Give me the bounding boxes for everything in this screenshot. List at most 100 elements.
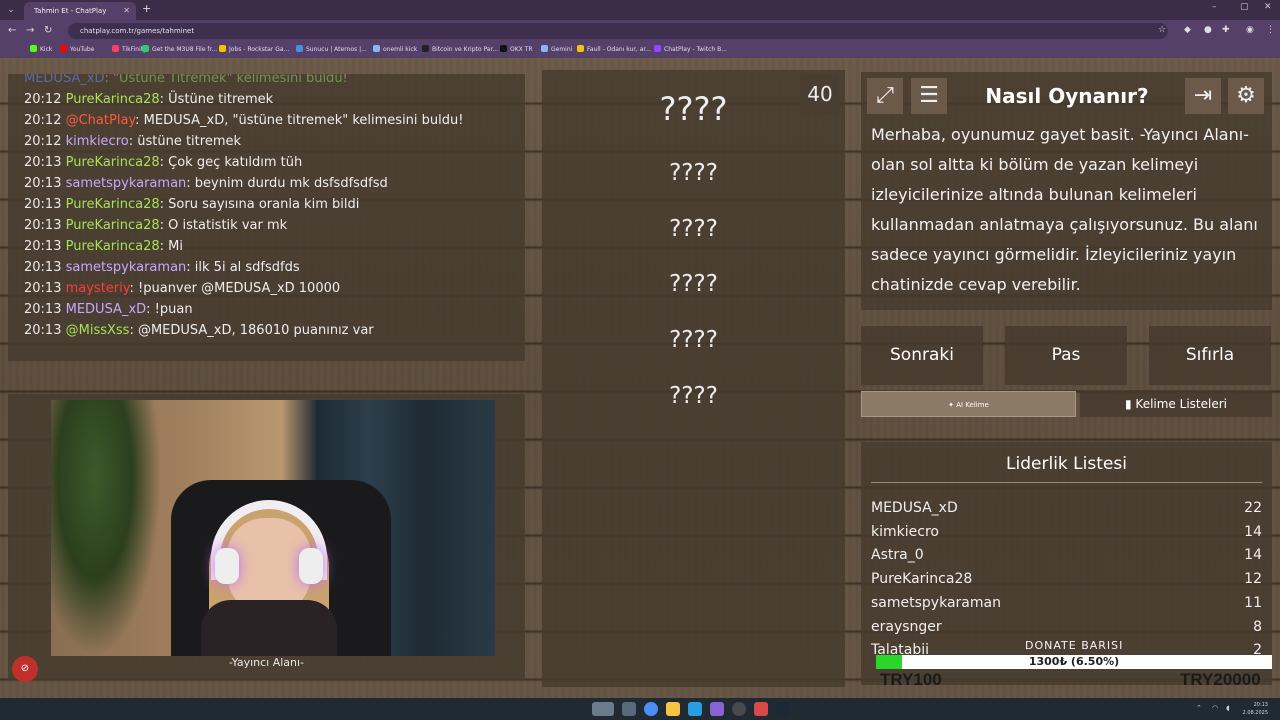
app-icon[interactable] bbox=[754, 702, 768, 716]
donate-amount: 1300₺ (6.50%) bbox=[1028, 655, 1120, 668]
leaderboard-score: 14 bbox=[1244, 523, 1262, 540]
bookmark-item[interactable]: Jobs - Rockstar Ga... bbox=[219, 45, 289, 55]
chat-username[interactable]: @ChatPlay bbox=[66, 113, 136, 128]
bookmark-favicon-icon bbox=[577, 45, 584, 52]
chat-text: : Mi bbox=[159, 239, 183, 254]
system-clock[interactable]: 20:13 2.08.2025 bbox=[1243, 701, 1268, 717]
word-lists-button[interactable]: ▮ Kelime Listeleri bbox=[1080, 391, 1272, 417]
chat-timestamp: 20:13 bbox=[24, 323, 62, 338]
tray-chevron-icon[interactable]: ⌃ bbox=[1196, 704, 1202, 712]
maximize-icon[interactable]: ▢ bbox=[1240, 2, 1249, 12]
bookmark-label: OKX TR bbox=[510, 46, 533, 53]
chat-message: 20:13 sametspykaraman: beynim durdu mk d… bbox=[24, 173, 525, 194]
discord-icon[interactable] bbox=[710, 702, 724, 716]
leaderboard-name: MEDUSA_xD bbox=[871, 500, 958, 516]
reload-icon[interactable]: ↻ bbox=[44, 25, 52, 36]
volume-icon[interactable]: ◖ bbox=[1226, 704, 1230, 712]
task-view-icon[interactable] bbox=[622, 702, 636, 716]
reset-button[interactable]: Sıfırla bbox=[1149, 326, 1271, 385]
steam-icon[interactable] bbox=[776, 702, 790, 716]
chat-message: 20:13 PureKarinca28: Soru sayısına oranl… bbox=[24, 194, 525, 215]
chrome-icon[interactable] bbox=[644, 702, 658, 716]
chat-text: : beynim durdu mk dsfsdfsdfsd bbox=[186, 176, 388, 191]
close-window-icon[interactable]: ✕ bbox=[1264, 2, 1272, 12]
url-input[interactable]: chatplay.com.tr/games/tahminet bbox=[68, 23, 1168, 39]
chat-username[interactable]: @MissXss bbox=[66, 323, 130, 338]
webcam-feed bbox=[51, 400, 495, 656]
bookmark-item[interactable]: Faull - Odanı kur, ar... bbox=[577, 45, 651, 55]
tab-title: Tahmin Et - ChatPlay bbox=[34, 7, 107, 15]
bookmark-item[interactable]: onemli kick bbox=[373, 45, 417, 55]
extension-icon-2[interactable]: ● bbox=[1204, 25, 1212, 35]
bookmark-label: Sunucu | Aternos |... bbox=[306, 46, 367, 53]
chat-username[interactable]: PureKarinca28 bbox=[66, 92, 160, 107]
exit-icon[interactable]: ⇥ bbox=[1185, 78, 1221, 114]
bookmark-label: Bitcoin ve Kripto Par... bbox=[432, 46, 499, 53]
browser-tab[interactable]: Tahmin Et - ChatPlay ✕ bbox=[24, 2, 136, 20]
chat-timestamp: 20:13 bbox=[24, 260, 62, 275]
streamer-body bbox=[201, 600, 337, 656]
chat-username[interactable]: PureKarinca28 bbox=[66, 155, 160, 170]
minimize-icon[interactable]: – bbox=[1212, 2, 1217, 12]
network-icon[interactable]: ◠ bbox=[1212, 704, 1218, 712]
chat-text: : MEDUSA_xD, "üstüne titremek" kelimesin… bbox=[135, 113, 464, 128]
hidden-word: ???? bbox=[669, 216, 718, 242]
fullscreen-icon[interactable]: ⤢ bbox=[867, 78, 903, 114]
headphone-cup-left bbox=[215, 548, 239, 584]
chat-username[interactable]: PureKarinca28 bbox=[66, 197, 160, 212]
chat-username[interactable]: MEDUSA_xD bbox=[66, 302, 147, 317]
chat-message: 20:12 kimkiecro: üstüne titremek bbox=[24, 131, 525, 152]
profile-avatar[interactable]: ◉ bbox=[1246, 25, 1254, 35]
back-icon[interactable]: ← bbox=[8, 25, 16, 36]
obs-icon[interactable] bbox=[732, 702, 746, 716]
chat-username[interactable]: kimkiecro bbox=[66, 134, 129, 149]
bookmark-item[interactable]: Bitcoin ve Kripto Par... bbox=[422, 45, 498, 55]
extension-icon[interactable]: ◆ bbox=[1184, 25, 1191, 35]
bookmark-item[interactable]: Get the M3U8 File fr... bbox=[142, 45, 217, 55]
menu-icon[interactable]: ⋮ bbox=[1266, 25, 1275, 35]
chat-timestamp: 20:13 bbox=[24, 218, 62, 233]
leaderboard-name: PureKarinca28 bbox=[871, 571, 973, 588]
forward-icon[interactable]: → bbox=[26, 25, 34, 36]
search-icon[interactable] bbox=[592, 702, 614, 716]
bookmark-item[interactable]: ChatPlay - Twitch B... bbox=[654, 45, 727, 55]
bookmark-star-icon[interactable]: ☆ bbox=[1158, 25, 1166, 35]
edge-icon[interactable] bbox=[688, 702, 702, 716]
record-icon[interactable]: ⊘ bbox=[12, 656, 38, 682]
new-tab-button[interactable]: + bbox=[142, 2, 151, 15]
bookmark-item[interactable]: Kick bbox=[30, 45, 52, 55]
chat-username[interactable]: sametspykaraman bbox=[66, 260, 187, 275]
hidden-word: ???? bbox=[669, 327, 718, 353]
chat-username[interactable]: PureKarinca28 bbox=[66, 218, 160, 233]
how-to-play-panel: ⤢ ☰ Nasıl Oynanır? ⇥ ⚙ Merhaba, oyunumuz… bbox=[861, 72, 1272, 310]
bookmark-item[interactable]: OKX TR bbox=[500, 45, 533, 55]
puzzle-icon[interactable]: ✚ bbox=[1222, 25, 1230, 35]
ai-word-button[interactable]: ✦ AI Kelime bbox=[861, 391, 1076, 417]
chat-text: : @MEDUSA_xD, 186010 puanınız var bbox=[129, 323, 374, 338]
chat-username[interactable]: maysteriy bbox=[66, 281, 130, 296]
bookmark-label: Jobs - Rockstar Ga... bbox=[229, 46, 290, 53]
chat-username[interactable]: PureKarinca28 bbox=[66, 239, 160, 254]
bookmark-label: onemli kick bbox=[383, 46, 418, 53]
bookmark-favicon-icon bbox=[654, 45, 661, 52]
bookmark-item[interactable]: Gemini bbox=[541, 45, 572, 55]
bookmark-item[interactable]: YouTube bbox=[60, 45, 94, 55]
notes-icon[interactable]: ☰ bbox=[911, 78, 947, 114]
settings-gear-icon[interactable]: ⚙ bbox=[1228, 78, 1264, 114]
bookmark-item[interactable]: Sunucu | Aternos |... bbox=[296, 45, 367, 55]
timer: 40 bbox=[801, 74, 839, 114]
list-icon: ▮ bbox=[1125, 397, 1136, 411]
tab-search-icon[interactable]: ⌄ bbox=[4, 3, 18, 17]
donate-min: TRY100 bbox=[880, 670, 942, 689]
chat-username[interactable]: sametspykaraman bbox=[66, 176, 187, 191]
bookmark-label: ChatPlay - Twitch B... bbox=[664, 46, 727, 53]
chat-message: 20:13 PureKarinca28: Çok geç katıldım tü… bbox=[24, 152, 525, 173]
close-tab-icon[interactable]: ✕ bbox=[123, 2, 130, 20]
file-explorer-icon[interactable] bbox=[666, 702, 680, 716]
chat-message: 20:12 PureKarinca28: Üstüne titremek bbox=[24, 89, 525, 110]
next-button[interactable]: Sonraki bbox=[861, 326, 983, 385]
pass-button[interactable]: Pas bbox=[1005, 326, 1127, 385]
bookmark-favicon-icon bbox=[296, 45, 303, 52]
bookmark-favicon-icon bbox=[500, 45, 507, 52]
leaderboard-row: sametspykaraman 11 bbox=[871, 591, 1262, 615]
